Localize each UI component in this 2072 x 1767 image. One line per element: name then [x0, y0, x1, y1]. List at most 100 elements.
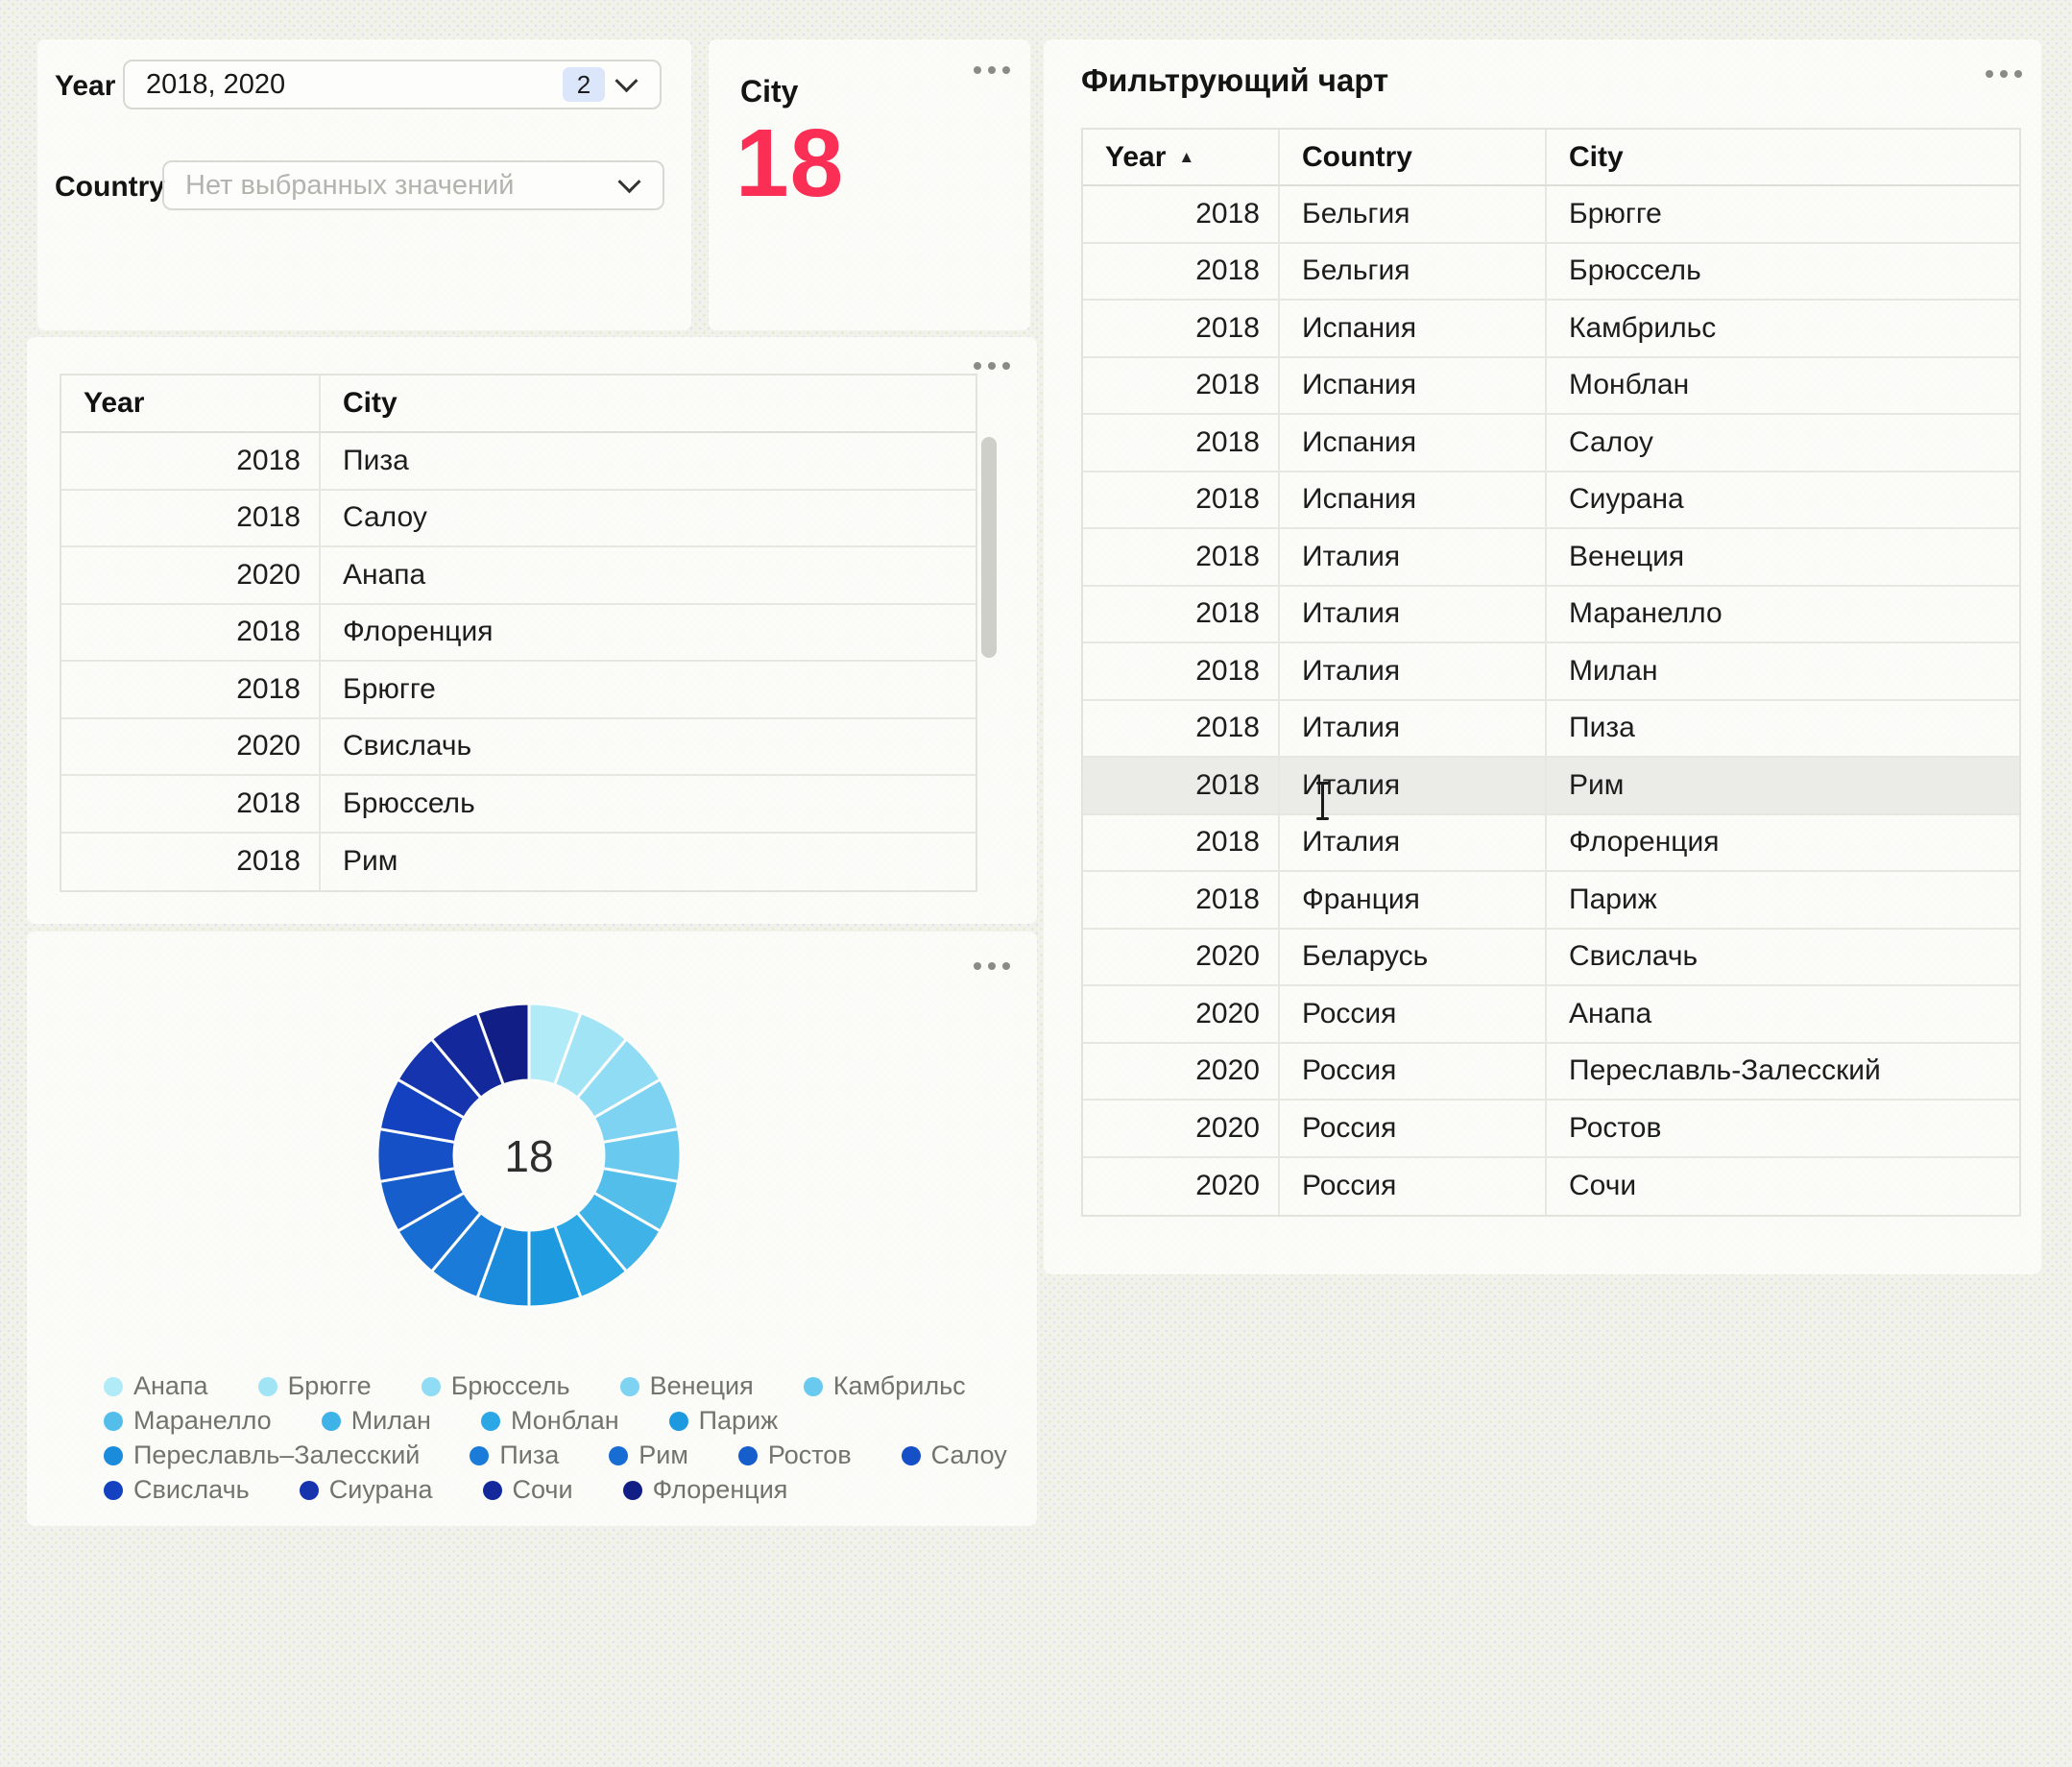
table-row[interactable]: 2018Брюссель	[61, 776, 976, 834]
table-row[interactable]: 2018ФранцияПариж	[1083, 872, 2019, 930]
donut-chart: 18	[371, 997, 687, 1314]
cell-country: Италия	[1278, 529, 1545, 585]
legend-item[interactable]: Переславль–Залесский	[104, 1440, 420, 1470]
cell-year: 2020	[1083, 1101, 1278, 1156]
table-row[interactable]: 2018Рим	[61, 834, 976, 891]
cell-city: Свислачь	[319, 719, 979, 775]
legend-row: Свислачь Сиурана Сочи Флоренция	[104, 1475, 997, 1505]
legend-label: Париж	[699, 1406, 779, 1436]
indicator-title: City	[740, 74, 798, 109]
legend-dot-icon	[422, 1377, 441, 1396]
table-row[interactable]: 2018ИспанияСиурана	[1083, 472, 2019, 530]
filtering-table-header-country[interactable]: Country	[1278, 130, 1545, 184]
cell-year: 2020	[1083, 986, 1278, 1042]
legend-item[interactable]: Камбрильс	[804, 1371, 966, 1401]
legend-item[interactable]: Рим	[609, 1440, 688, 1470]
table-row[interactable]: 2018ИталияПиза	[1083, 701, 2019, 759]
legend-label: Брюгге	[288, 1371, 372, 1401]
year-filter-label: Year	[55, 70, 115, 103]
legend-item[interactable]: Венеция	[620, 1371, 754, 1401]
table-row[interactable]: 2018Флоренция	[61, 605, 976, 663]
legend-label: Монблан	[511, 1406, 619, 1436]
legend-dot-icon	[609, 1446, 628, 1465]
cell-year: 2018	[1083, 186, 1278, 242]
cell-year: 2018	[1083, 701, 1278, 757]
cell-city: Рим	[1545, 758, 2023, 813]
legend-item[interactable]: Ростов	[738, 1440, 852, 1470]
legend-item[interactable]: Салоу	[902, 1440, 1007, 1470]
legend-label: Камбрильс	[833, 1371, 966, 1401]
table-row[interactable]: 2018ИспанияСалоу	[1083, 415, 2019, 472]
year-filter-value: 2018, 2020	[125, 69, 563, 101]
table-row[interactable]: 2018Брюгге	[61, 662, 976, 719]
card-menu-icon[interactable]	[974, 362, 1010, 370]
table-row[interactable]: 2020РоссияАнапа	[1083, 986, 2019, 1044]
country-filter-select[interactable]: Нет выбранных значений	[162, 160, 664, 210]
filtering-table-header-year[interactable]: Year ▲	[1083, 130, 1278, 184]
legend-item[interactable]: Париж	[669, 1406, 779, 1436]
left-table-card: Year City 2018Пиза2018Салоу2020Анапа2018…	[27, 337, 1037, 924]
legend-item[interactable]: Сиурана	[300, 1475, 433, 1505]
cell-country: Италия	[1278, 587, 1545, 642]
card-menu-icon[interactable]	[974, 66, 1010, 74]
legend-item[interactable]: Сочи	[483, 1475, 573, 1505]
cell-year: 2018	[1083, 815, 1278, 871]
legend-item[interactable]: Свислачь	[104, 1475, 250, 1505]
table-row[interactable]: 2020БеларусьСвислачь	[1083, 930, 2019, 987]
cell-city: Венеция	[1545, 529, 2023, 585]
table-row[interactable]: 2018ИталияМилан	[1083, 643, 2019, 701]
legend-label: Переславль–Залесский	[133, 1440, 420, 1470]
cell-year: 2018	[1083, 587, 1278, 642]
table-row[interactable]: 2020Свислачь	[61, 719, 976, 777]
left-table-header-city[interactable]: City	[319, 375, 979, 431]
cell-city: Сочи	[1545, 1158, 2023, 1216]
table-row[interactable]: 2020РоссияПереславль-Залесский	[1083, 1044, 2019, 1101]
legend-label: Анапа	[133, 1371, 208, 1401]
table-row[interactable]: 2018ИталияМаранелло	[1083, 587, 2019, 644]
table-row[interactable]: 2020Анапа	[61, 547, 976, 605]
cell-city: Париж	[1545, 872, 2023, 928]
cell-city: Камбрильс	[1545, 301, 2023, 356]
cell-city: Сиурана	[1545, 472, 2023, 528]
cell-year: 2018	[61, 776, 319, 832]
card-menu-icon[interactable]	[1986, 70, 2022, 78]
card-menu-icon[interactable]	[974, 962, 1010, 970]
table-row[interactable]: 2018БельгияБрюгге	[1083, 186, 2019, 244]
filtering-table-header-city[interactable]: City	[1545, 130, 2023, 184]
table-row[interactable]: 2018ИталияВенеция	[1083, 529, 2019, 587]
table-row[interactable]: 2018ИспанияКамбрильс	[1083, 301, 2019, 358]
year-filter-select[interactable]: 2018, 2020 2	[123, 60, 662, 109]
legend-item[interactable]: Пиза	[470, 1440, 559, 1470]
table-row[interactable]: 2018ИталияРим	[1083, 758, 2019, 815]
filtering-table-body: 2018БельгияБрюгге2018БельгияБрюссель2018…	[1083, 186, 2019, 1215]
cell-country: Россия	[1278, 1044, 1545, 1100]
legend-dot-icon	[483, 1481, 502, 1500]
table-row[interactable]: 2018Салоу	[61, 491, 976, 548]
legend-item[interactable]: Монблан	[481, 1406, 619, 1436]
cell-city: Салоу	[1545, 415, 2023, 471]
legend-item[interactable]: Брюссель	[422, 1371, 570, 1401]
legend-item[interactable]: Брюгге	[258, 1371, 372, 1401]
table-row[interactable]: 2018БельгияБрюссель	[1083, 244, 2019, 302]
filtering-chart-card: Фильтрующий чарт Year ▲ Country City 201…	[1044, 39, 2041, 1274]
table-row[interactable]: 2020РоссияСочи	[1083, 1158, 2019, 1216]
cell-country: Россия	[1278, 1158, 1545, 1216]
legend-item[interactable]: Флоренция	[623, 1475, 788, 1505]
cell-year: 2018	[1083, 758, 1278, 813]
legend-item[interactable]: Маранелло	[104, 1406, 272, 1436]
cell-year: 2018	[61, 433, 319, 489]
legend-dot-icon	[623, 1481, 642, 1500]
legend-item[interactable]: Милан	[322, 1406, 431, 1436]
cell-year: 2020	[61, 719, 319, 775]
left-table-scrollbar[interactable]	[981, 437, 997, 658]
table-row[interactable]: 2018Пиза	[61, 433, 976, 491]
table-row[interactable]: 2020РоссияРостов	[1083, 1101, 2019, 1158]
cell-year: 2018	[1083, 415, 1278, 471]
table-row[interactable]: 2018ИталияФлоренция	[1083, 815, 2019, 873]
legend-row: Анапа Брюгге Брюссель Венеция Камбрильс	[104, 1371, 997, 1401]
left-table-header-year[interactable]: Year	[61, 375, 319, 431]
cell-city: Флоренция	[319, 605, 979, 661]
table-row[interactable]: 2018ИспанияМонблан	[1083, 358, 2019, 416]
legend-item[interactable]: Анапа	[104, 1371, 208, 1401]
cell-country: Италия	[1278, 815, 1545, 871]
